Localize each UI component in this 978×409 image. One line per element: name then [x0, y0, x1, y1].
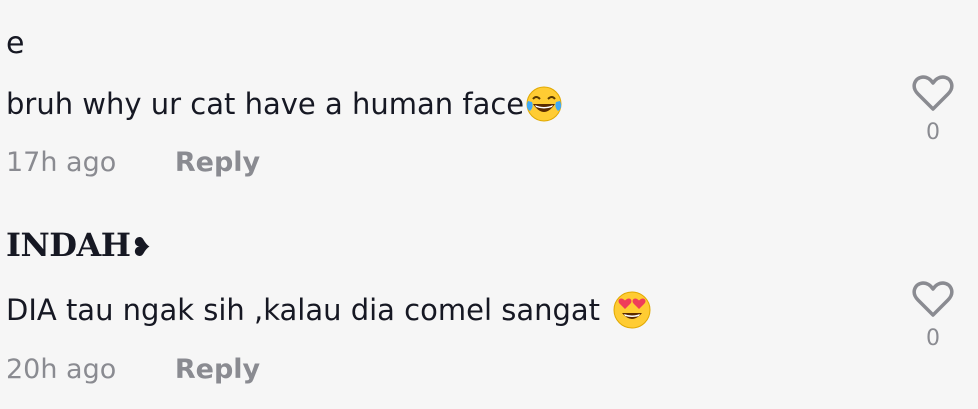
comment-item: INDAH❥ DIA tau ngak sih ,kalau dia comel… — [0, 200, 978, 409]
comment-text: DIA tau ngak sih ,kalau dia comel sangat — [6, 293, 601, 327]
heart-outline-icon — [912, 281, 954, 317]
heart-outline-icon — [912, 75, 954, 111]
comment-text: bruh why ur cat have a human face — [6, 87, 525, 121]
comment-username[interactable]: e — [6, 26, 24, 61]
username-heart-symbol: ❥ — [130, 233, 153, 263]
like-button[interactable]: 0 — [910, 280, 956, 351]
reply-button[interactable]: Reply — [175, 354, 260, 385]
comment-username-text: INDAH — [6, 226, 131, 264]
comment-username[interactable]: INDAH❥ — [6, 226, 152, 264]
comment-text-row: bruh why ur cat have a human face — [6, 84, 564, 124]
comment-item: e bruh why ur cat have a human face 17h … — [0, 0, 978, 200]
comment-time: 20h ago — [6, 354, 117, 385]
tears-of-joy-emoji-icon — [526, 86, 562, 122]
like-count: 0 — [926, 326, 940, 351]
comment-meta: 20h ago Reply — [6, 354, 260, 385]
comment-time: 17h ago — [6, 147, 117, 178]
reply-button[interactable]: Reply — [175, 147, 260, 178]
heart-eyes-emoji-icon — [613, 291, 651, 329]
like-button[interactable]: 0 — [910, 74, 956, 145]
comment-text-row: DIA tau ngak sih ,kalau dia comel sangat — [6, 290, 652, 330]
comment-meta: 17h ago Reply — [6, 147, 260, 178]
like-count: 0 — [926, 120, 940, 145]
